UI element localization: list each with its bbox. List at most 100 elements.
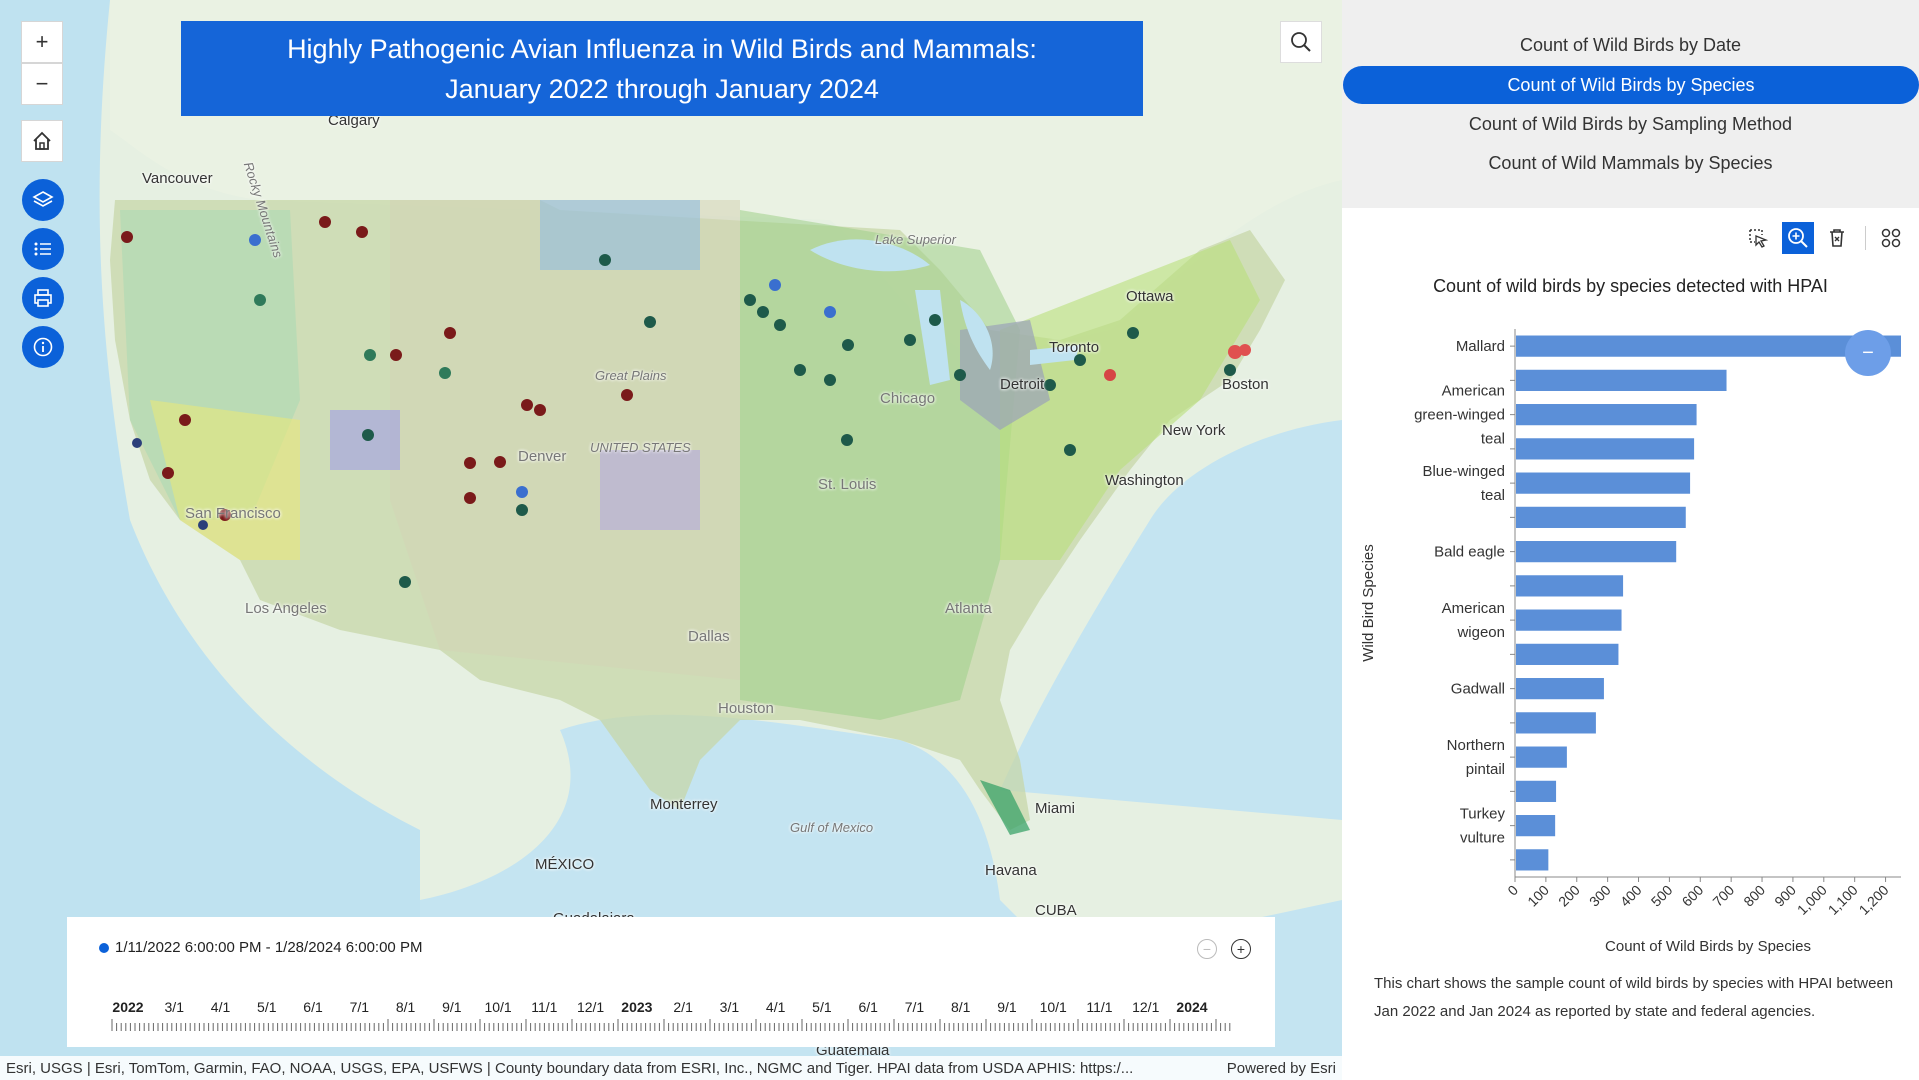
zoom-in-label: + — [35, 29, 49, 54]
place-label: Vancouver — [142, 170, 213, 187]
bar[interactable] — [1516, 472, 1691, 494]
tab-wild-birds-by-sampling-method[interactable]: Count of Wild Birds by Sampling Method — [1342, 105, 1919, 143]
bar[interactable] — [1516, 815, 1556, 837]
bar[interactable] — [1516, 780, 1557, 802]
time-tick-label: 3/1 — [164, 999, 184, 1015]
bar[interactable] — [1516, 506, 1686, 528]
time-tick-label: 12/1 — [576, 999, 605, 1015]
y-tick-label: Blue-winged teal — [1422, 463, 1505, 504]
time-tick-label: 3/1 — [719, 999, 740, 1015]
home-icon — [33, 131, 51, 150]
time-tick-label: 2023 — [621, 999, 653, 1015]
zoom-in-button[interactable]: + — [21, 21, 63, 63]
x-tick-label: 200 — [1555, 882, 1583, 910]
clear-selection-button[interactable] — [1821, 222, 1853, 254]
time-tick-marks[interactable] — [67, 1017, 1275, 1047]
place-label: Havana — [985, 862, 1037, 879]
place-label: Detroit — [1000, 376, 1045, 393]
place-label: St. Louis — [818, 476, 877, 493]
time-tick-label: 11/1 — [1086, 999, 1113, 1015]
tab-label: Count of Wild Mammals by Species — [1488, 153, 1773, 173]
place-label: Miami — [1035, 800, 1075, 817]
toolbar-divider — [1865, 226, 1866, 250]
search-button[interactable] — [1280, 21, 1322, 63]
y-tick-label: American green-winged teal — [1414, 383, 1505, 448]
powered-by-esri[interactable]: Powered by Esri — [1227, 1060, 1336, 1077]
zoom-out-button[interactable]: − — [21, 63, 63, 105]
time-tick-label: 2024 — [1176, 999, 1208, 1015]
place-label: Toronto — [1049, 339, 1100, 356]
place-label: New York — [1162, 422, 1226, 439]
time-zoom-in-button[interactable]: + — [1231, 939, 1251, 959]
bar[interactable] — [1516, 575, 1624, 597]
bar[interactable] — [1516, 438, 1695, 460]
tab-wild-birds-by-date[interactable]: Count of Wild Birds by Date — [1342, 26, 1919, 64]
bar[interactable] — [1516, 541, 1677, 563]
time-tick-label: 6/1 — [858, 999, 878, 1015]
bar[interactable] — [1516, 643, 1619, 665]
time-tick-label: 8/1 — [395, 999, 416, 1015]
x-tick-label: 700 — [1709, 882, 1737, 910]
bar[interactable] — [1516, 746, 1567, 768]
y-tick-label: Mallard — [1456, 338, 1505, 355]
collapse-icon: − — [1862, 342, 1874, 364]
tab-wild-mammals-by-species[interactable]: Count of Wild Mammals by Species — [1342, 144, 1919, 182]
map-view[interactable]: Calgary Vancouver Ottawa Toronto Detroit Bost… — [0, 0, 1342, 1080]
map-title-line2: January 2022 through January 2024 — [445, 73, 879, 104]
print-button[interactable] — [22, 277, 64, 319]
map-title-line1: Highly Pathogenic Avian Influenza in Wil… — [287, 33, 1037, 64]
home-button[interactable] — [21, 120, 63, 162]
zoom-chart-button[interactable] — [1782, 222, 1814, 254]
time-zoom-in-label: + — [1236, 941, 1246, 957]
time-tick-label: 7/1 — [904, 999, 925, 1015]
bar[interactable] — [1516, 609, 1622, 631]
x-tick-label: 100 — [1524, 882, 1552, 910]
y-tick-label: Northern pintail — [1447, 737, 1505, 778]
place-label: Chicago — [880, 390, 936, 407]
legend-button[interactable] — [22, 228, 64, 270]
tab-label: Count of Wild Birds by Sampling Method — [1468, 114, 1793, 134]
place-label: Atlanta — [945, 600, 992, 617]
select-by-pointer-button[interactable] — [1742, 222, 1774, 254]
x-tick-label: 0 — [1504, 882, 1521, 899]
view-grid-button[interactable] — [1875, 222, 1907, 254]
x-tick-label: 500 — [1648, 882, 1676, 910]
bar[interactable] — [1516, 678, 1604, 700]
grid-icon — [1881, 228, 1901, 248]
trash-icon — [1830, 229, 1844, 247]
layers-button[interactable] — [22, 179, 64, 221]
place-label: Houston — [718, 700, 774, 717]
x-tick-label: 1,200 — [1856, 882, 1892, 918]
bar[interactable] — [1516, 849, 1549, 871]
time-tick-label: 9/1 — [997, 999, 1017, 1015]
list-icon — [34, 242, 51, 256]
zoom-out-label: − — [35, 71, 49, 96]
time-slider[interactable]: 1/11/2022 6:00:00 PM - 1/28/2024 6:00:00… — [67, 917, 1275, 1047]
y-tick-label: Gadwall — [1451, 681, 1505, 698]
time-tick-label: 5/1 — [812, 999, 832, 1015]
time-tick-label: 12/1 — [1132, 999, 1160, 1015]
chart-title: Count of wild birds by species detected … — [1433, 276, 1828, 296]
x-tick-label: 1,000 — [1794, 882, 1830, 918]
place-label: Los Angeles — [245, 600, 327, 617]
print-icon — [34, 289, 52, 307]
bar-chart[interactable]: Mallard American green-winged teal Blue-wing… — [1342, 310, 1919, 970]
tab-wild-birds-by-species[interactable]: Count of Wild Birds by Species — [1343, 66, 1919, 104]
y-axis-title: Wild Bird Species — [1360, 544, 1377, 662]
bar[interactable] — [1516, 335, 1901, 357]
place-label: Dallas — [688, 628, 730, 645]
info-button[interactable] — [22, 326, 64, 368]
x-tick-label: 800 — [1740, 882, 1768, 910]
time-zoom-out-button[interactable]: − — [1197, 939, 1217, 959]
place-label: Ottawa — [1126, 288, 1174, 305]
bar[interactable] — [1516, 369, 1727, 391]
tab-label: Count of Wild Birds by Species — [1507, 75, 1755, 95]
time-tick-label: 7/1 — [349, 999, 370, 1015]
time-range-dot — [99, 943, 109, 954]
layers-icon — [32, 191, 54, 207]
search-icon — [1291, 32, 1311, 52]
time-zoom-out-label: − — [1202, 941, 1212, 957]
bar[interactable] — [1516, 712, 1596, 734]
bar[interactable] — [1516, 404, 1697, 426]
time-range-text: 1/11/2022 6:00:00 PM - 1/28/2024 6:00:00… — [115, 939, 423, 956]
